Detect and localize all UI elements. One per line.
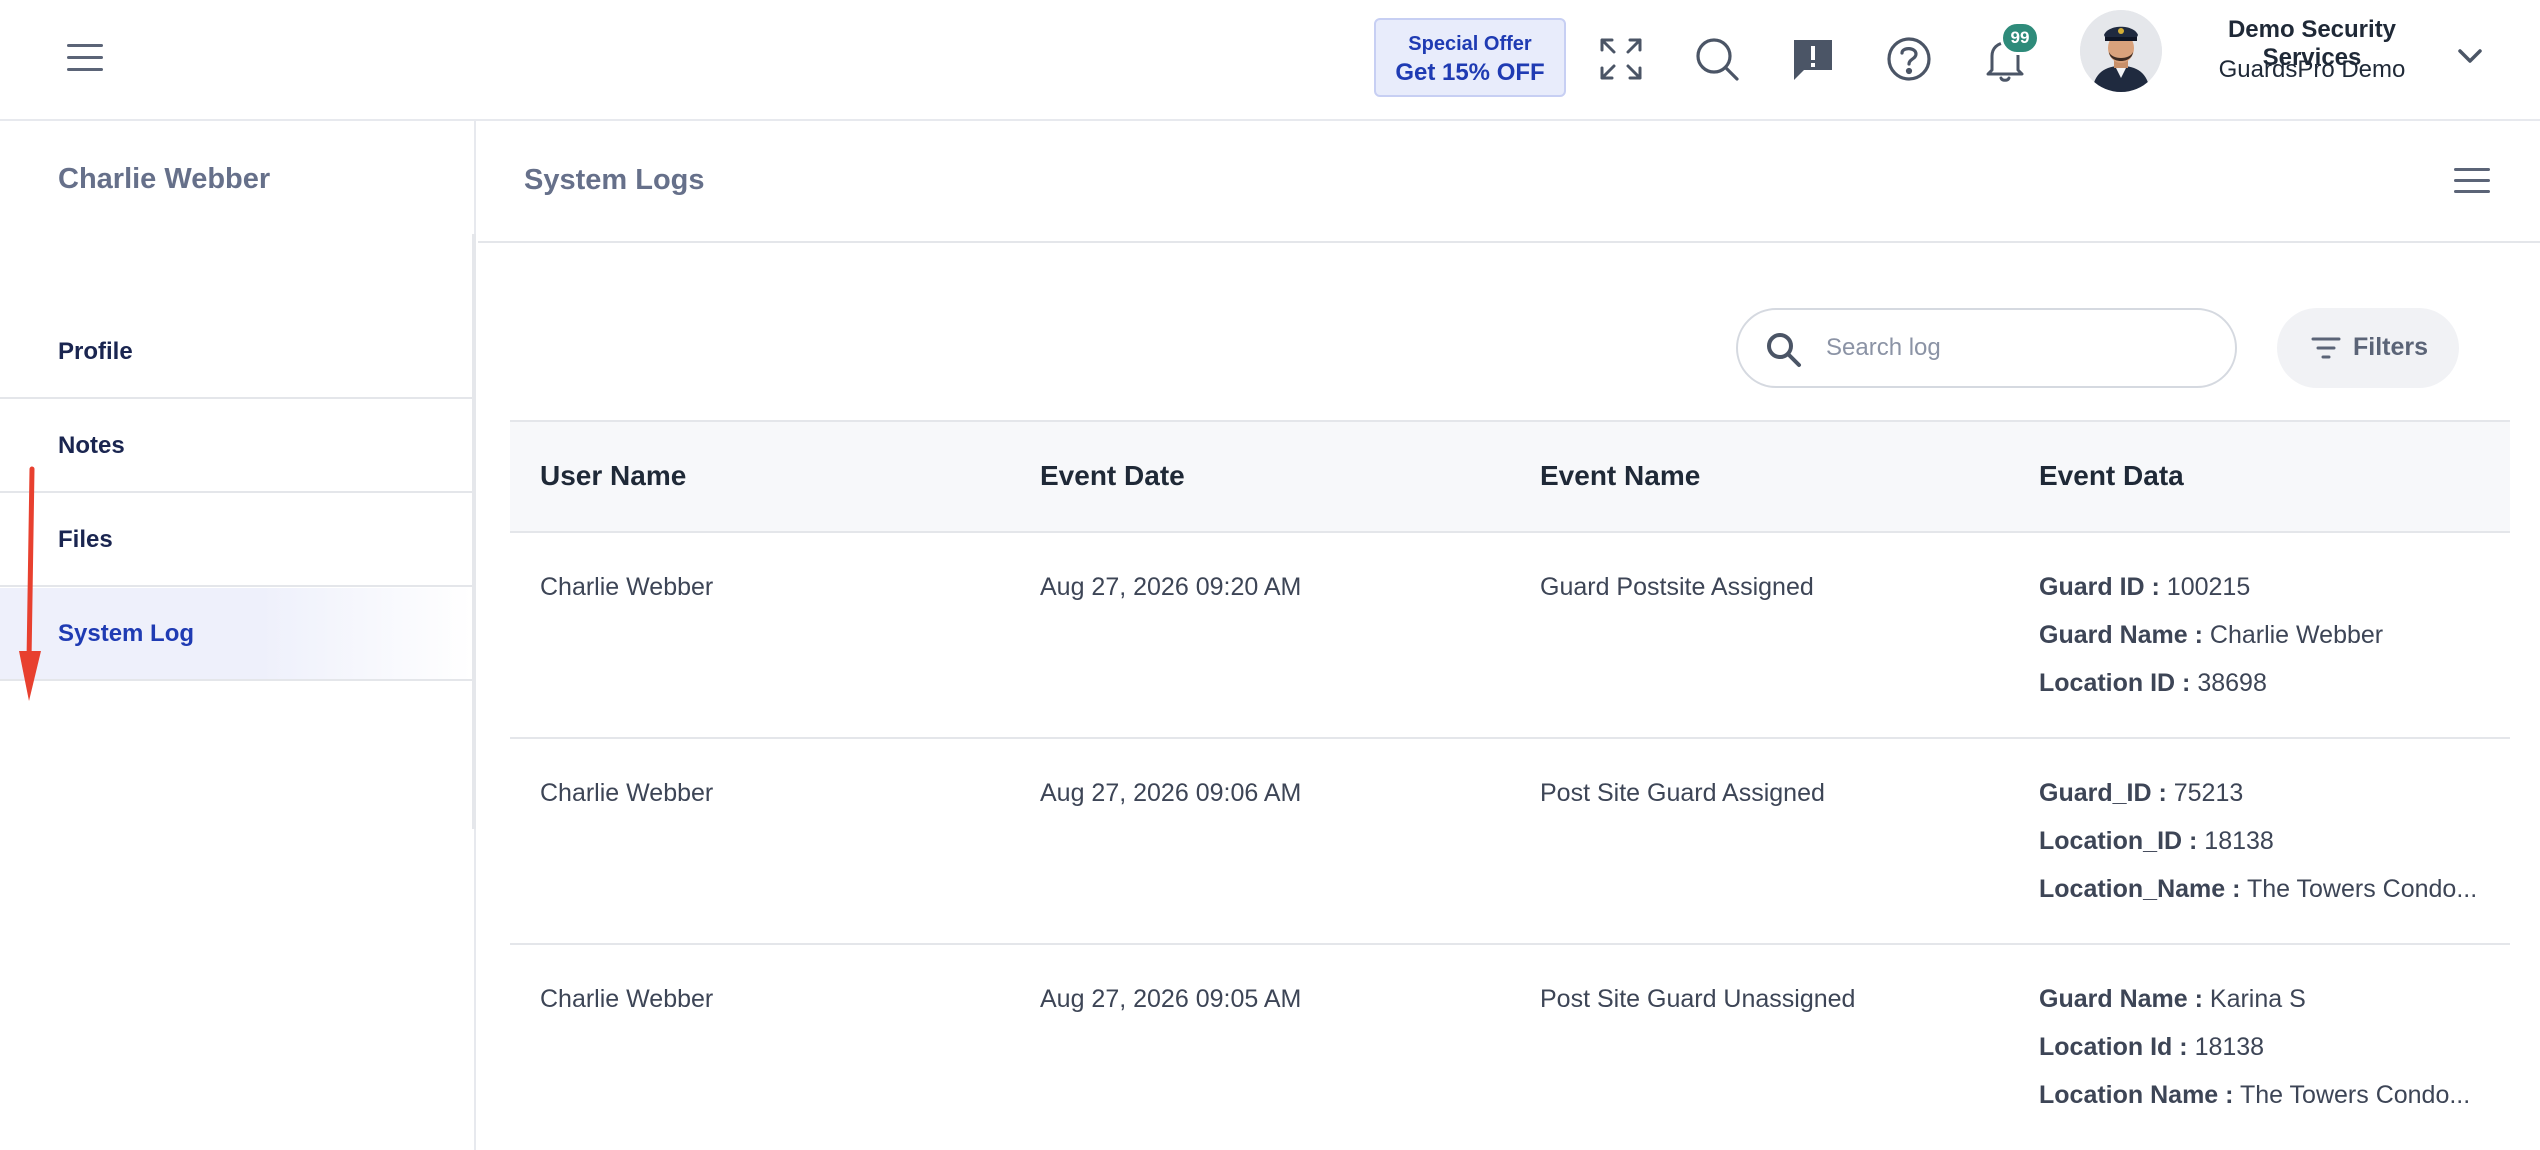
event-data-value: 100215	[2166, 573, 2251, 601]
event-data-key: Guard Name :	[2039, 621, 2203, 649]
event-data-value: 75213	[2173, 779, 2244, 807]
sidebar-item-notes[interactable]: Notes	[0, 400, 472, 493]
sidebar-item-label: Files	[58, 526, 113, 553]
table-row[interactable]: Charlie Webber Aug 27, 2026 09:05 AM Pos…	[510, 945, 2510, 1150]
search-box[interactable]	[1736, 308, 2237, 388]
event-data-key: Guard_ID :	[2039, 779, 2167, 807]
cell-user-name: Charlie Webber	[540, 573, 714, 601]
event-data-key: Location Id :	[2039, 1033, 2188, 1061]
filter-icon	[2311, 337, 2341, 359]
event-data-line: Guard Name : Charlie Webber	[2039, 621, 2509, 669]
event-data-line: Location Name : The Towers Condo...	[2039, 1081, 2509, 1129]
account-name: GuardsPro Demo	[2218, 56, 2406, 83]
table-header: User Name Event Date Event Name Event Da…	[510, 420, 2510, 533]
column-header-user-name[interactable]: User Name	[540, 460, 686, 492]
sidebar-item-system-log[interactable]: System Log	[0, 588, 472, 681]
cell-event-date: Aug 27, 2026 09:05 AM	[1040, 985, 1302, 1013]
sidebar-item-label: Notes	[58, 432, 125, 459]
event-data-key: Location Name :	[2039, 1081, 2234, 1109]
search-icon[interactable]	[1690, 32, 1744, 86]
sidebar-item-profile[interactable]: Profile	[0, 306, 472, 399]
event-data-key: Location_Name :	[2039, 875, 2241, 903]
main-header: System Logs	[478, 121, 2540, 243]
annotation-arrow	[14, 465, 50, 705]
cell-event-data: Guard_ID : 75213 Location_ID : 18138 Loc…	[2039, 779, 2509, 923]
chevron-down-icon[interactable]	[2452, 38, 2488, 74]
cell-event-date: Aug 27, 2026 09:20 AM	[1040, 573, 1302, 601]
sidebar-scrollbar[interactable]	[472, 234, 476, 829]
event-data-value: Karina S	[2209, 985, 2306, 1013]
avatar[interactable]	[2080, 10, 2162, 92]
help-icon[interactable]	[1882, 32, 1936, 86]
event-data-key: Guard Name :	[2039, 985, 2203, 1013]
top-bar: Special Offer Get 15% OFF 99 Demo Securi…	[0, 0, 2540, 121]
event-data-line: Guard ID : 100215	[2039, 573, 2509, 621]
system-log-table: User Name Event Date Event Name Event Da…	[510, 420, 2510, 1150]
sidebar-item-files[interactable]: Files	[0, 494, 472, 587]
event-data-value: The Towers Condo...	[2239, 1081, 2471, 1109]
event-data-key: Location_ID :	[2039, 827, 2198, 855]
sidebar-item-label: Profile	[58, 338, 133, 365]
search-input[interactable]	[1826, 328, 2216, 368]
event-data-line: Location ID : 38698	[2039, 669, 2509, 717]
column-header-event-data[interactable]: Event Data	[2039, 460, 2184, 492]
table-row[interactable]: Charlie Webber Aug 27, 2026 09:06 AM Pos…	[510, 739, 2510, 945]
event-data-key: Location ID :	[2039, 669, 2191, 697]
event-data-line: Location Id : 18138	[2039, 1033, 2509, 1081]
menu-icon[interactable]	[62, 40, 110, 76]
event-data-line: Location_ID : 18138	[2039, 827, 2509, 875]
filters-label: Filters	[2353, 333, 2429, 361]
table-row[interactable]: Charlie Webber Aug 27, 2026 09:20 AM Gua…	[510, 533, 2510, 739]
event-data-line: Location_Name : The Towers Condo...	[2039, 875, 2509, 923]
event-data-key: Guard ID :	[2039, 573, 2160, 601]
event-data-value: Charlie Webber	[2209, 621, 2384, 649]
cell-user-name: Charlie Webber	[540, 985, 714, 1013]
cell-event-date: Aug 27, 2026 09:06 AM	[1040, 779, 1302, 807]
special-offer-button[interactable]: Special Offer Get 15% OFF	[1374, 18, 1566, 97]
column-header-event-name[interactable]: Event Name	[1540, 460, 1700, 492]
offer-line-1: Special Offer	[1408, 33, 1532, 55]
page-title: System Logs	[524, 164, 705, 196]
feedback-icon[interactable]	[1786, 32, 1840, 86]
event-data-value: The Towers Condo...	[2246, 875, 2478, 903]
sidebar-title: Charlie Webber	[58, 163, 271, 195]
search-icon	[1767, 333, 1801, 367]
event-data-value: 18138	[2204, 827, 2274, 855]
cell-event-data: Guard Name : Karina S Location Id : 1813…	[2039, 985, 2509, 1129]
event-data-line: Guard_ID : 75213	[2039, 779, 2509, 827]
filters-button[interactable]: Filters	[2277, 308, 2459, 388]
cell-event-name: Post Site Guard Unassigned	[1540, 985, 1856, 1013]
cell-event-data: Guard ID : 100215 Guard Name : Charlie W…	[2039, 573, 2509, 717]
cell-user-name: Charlie Webber	[540, 779, 714, 807]
cell-event-name: Post Site Guard Assigned	[1540, 779, 1825, 807]
event-data-line: Guard Name : Karina S	[2039, 985, 2509, 1033]
event-data-value: 38698	[2197, 669, 2267, 697]
notification-badge: 99	[2000, 21, 2040, 55]
expand-icon[interactable]	[1594, 32, 1648, 86]
cell-event-name: Guard Postsite Assigned	[1540, 573, 1814, 601]
event-data-value: 18138	[2194, 1033, 2265, 1061]
column-header-event-date[interactable]: Event Date	[1040, 460, 1185, 492]
offer-line-2: Get 15% OFF	[1395, 59, 1545, 86]
options-menu-icon[interactable]	[2452, 165, 2492, 197]
sidebar-item-label: System Log	[58, 620, 195, 647]
sidebar: Charlie Webber Profile Notes Files Syste…	[0, 121, 476, 1150]
